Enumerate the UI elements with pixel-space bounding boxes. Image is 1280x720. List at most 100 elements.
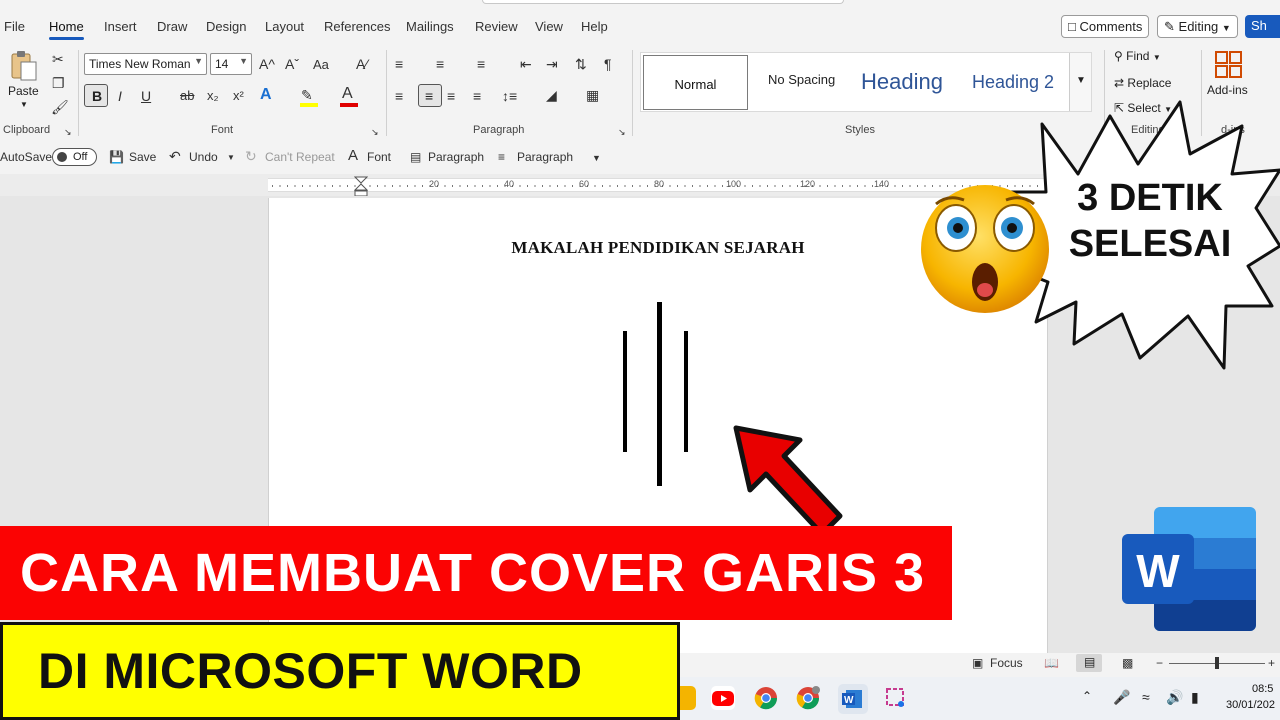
- paragraph-label-1[interactable]: Paragraph: [428, 150, 484, 164]
- menu-mailings[interactable]: Mailings: [406, 19, 454, 34]
- save-label[interactable]: Save: [129, 150, 156, 164]
- change-case-button[interactable]: Aa: [313, 57, 329, 73]
- font-icon[interactable]: A: [348, 147, 358, 164]
- text-effects-icon[interactable]: A: [260, 87, 272, 103]
- menu-draw[interactable]: Draw: [157, 19, 187, 34]
- justify-icon[interactable]: ≡: [473, 88, 481, 104]
- style-heading-1[interactable]: Heading: [861, 69, 943, 95]
- wifi-icon[interactable]: ≈: [1142, 689, 1150, 705]
- chevron-up-icon[interactable]: ⌃: [1082, 689, 1092, 703]
- increase-indent-icon[interactable]: ⇥: [546, 56, 558, 72]
- ruler-tick: [542, 185, 543, 187]
- chevron-down-icon[interactable]: ▼: [227, 153, 235, 162]
- format-painter-icon[interactable]: 🖌: [51, 99, 69, 115]
- font-name-combo[interactable]: Times New Roman ▼: [84, 53, 207, 75]
- shrink-font-button[interactable]: Aˇ: [285, 56, 299, 72]
- font-size-combo[interactable]: 14 ▼: [210, 53, 252, 75]
- youtube-icon[interactable]: [711, 686, 735, 710]
- line-spacing-icon[interactable]: ↕≡: [502, 88, 517, 104]
- battery-icon[interactable]: ▮: [1191, 689, 1199, 706]
- menu-help[interactable]: Help: [581, 19, 608, 34]
- align-left-icon[interactable]: ≡: [395, 88, 403, 104]
- style-heading-2[interactable]: Heading 2: [972, 72, 1054, 93]
- paste-button[interactable]: Paste ▼: [6, 50, 42, 110]
- snipping-tool-icon[interactable]: [884, 686, 908, 710]
- find-button[interactable]: ⚲ Find ▼: [1114, 49, 1161, 63]
- style-normal[interactable]: Normal: [643, 55, 748, 110]
- menu-layout[interactable]: Layout: [265, 19, 304, 34]
- sort-icon[interactable]: ⇅: [575, 56, 587, 72]
- ruler-tick: [714, 185, 716, 187]
- undo-label[interactable]: Undo: [189, 150, 218, 164]
- align-right-icon[interactable]: ≡: [447, 88, 455, 104]
- microphone-icon[interactable]: 🎤: [1113, 689, 1130, 706]
- font-label[interactable]: Font: [367, 150, 391, 164]
- highlight-icon[interactable]: ✎: [301, 87, 313, 103]
- shading-icon[interactable]: ◢: [546, 87, 557, 103]
- ruler-tick: [774, 185, 776, 187]
- print-layout-button[interactable]: ▤: [1076, 654, 1102, 672]
- zoom-in-icon[interactable]: +: [1268, 656, 1275, 670]
- clock-date[interactable]: 30/01/202: [1226, 699, 1275, 711]
- clock-time[interactable]: 08:5: [1252, 683, 1273, 695]
- ruler-tick: [827, 185, 828, 187]
- read-mode-icon[interactable]: 📖: [1044, 656, 1059, 670]
- save-icon[interactable]: 💾: [109, 150, 124, 164]
- customize-qat-icon[interactable]: ▼: [592, 153, 601, 163]
- cut-icon[interactable]: ✂: [52, 51, 64, 67]
- paragraph-icon[interactable]: ≡: [498, 150, 505, 164]
- dialog-launcher-icon[interactable]: ↘: [64, 124, 72, 140]
- menu-view[interactable]: View: [535, 19, 563, 34]
- multilevel-list-icon[interactable]: ≡: [477, 56, 485, 72]
- menu-design[interactable]: Design: [206, 19, 246, 34]
- superscript-button[interactable]: x²: [233, 88, 244, 104]
- web-layout-icon[interactable]: ▩: [1122, 656, 1133, 670]
- copy-icon[interactable]: ❐: [52, 75, 65, 91]
- grow-font-button[interactable]: A^: [259, 56, 275, 72]
- chrome-icon[interactable]: [754, 686, 778, 710]
- menu-home[interactable]: Home: [49, 19, 84, 34]
- undo-icon[interactable]: ↶: [169, 148, 181, 165]
- zoom-slider-thumb[interactable]: [1215, 657, 1219, 669]
- dialog-launcher-icon[interactable]: ↘: [371, 124, 379, 140]
- numbering-icon[interactable]: ≡: [436, 56, 444, 72]
- paragraph-group-label: Paragraph: [473, 124, 525, 136]
- paragraph-label-2[interactable]: Paragraph: [517, 150, 573, 164]
- clear-formatting-icon[interactable]: A⁄: [356, 56, 368, 72]
- replace-button[interactable]: ⇄ Replace: [1114, 76, 1171, 90]
- focus-label[interactable]: Focus: [990, 656, 1023, 670]
- strikethrough-button[interactable]: ab: [180, 88, 194, 104]
- bold-button[interactable]: B: [84, 84, 108, 107]
- dialog-launcher-icon[interactable]: ↘: [618, 124, 626, 140]
- focus-icon[interactable]: ▣: [972, 656, 983, 670]
- menu-references[interactable]: References: [324, 19, 390, 34]
- zoom-out-icon[interactable]: −: [1156, 656, 1163, 670]
- ruler-mark: 140: [874, 179, 890, 189]
- subscript-button[interactable]: x₂: [207, 88, 219, 104]
- style-no-spacing[interactable]: No Spacing: [768, 72, 835, 87]
- paragraph-icon[interactable]: ▤: [410, 150, 421, 164]
- add-ins-button[interactable]: Add-ins: [1206, 48, 1254, 98]
- title-search-box[interactable]: [482, 0, 844, 4]
- ruler-tick: [339, 185, 341, 187]
- share-button[interactable]: Sh: [1245, 15, 1280, 38]
- chrome-profile-icon[interactable]: [796, 686, 820, 710]
- word-taskbar-button[interactable]: W: [838, 684, 868, 714]
- volume-icon[interactable]: 🔊: [1166, 689, 1183, 706]
- align-center-button[interactable]: ≡: [418, 84, 442, 107]
- borders-icon[interactable]: ▦: [586, 87, 599, 103]
- autosave-toggle[interactable]: Off: [52, 148, 97, 166]
- underline-button[interactable]: U: [141, 88, 151, 104]
- italic-button[interactable]: I: [118, 88, 122, 104]
- ruler-tick: [632, 185, 633, 187]
- pilcrow-icon[interactable]: ¶: [604, 56, 612, 72]
- menu-file[interactable]: File: [4, 19, 25, 34]
- menu-insert[interactable]: Insert: [104, 19, 137, 34]
- decrease-indent-icon[interactable]: ⇤: [520, 56, 532, 72]
- comments-button[interactable]: □ Comments: [1061, 15, 1150, 38]
- menu-review[interactable]: Review: [475, 19, 518, 34]
- editing-mode-button[interactable]: ✎ Editing ▼: [1157, 15, 1238, 38]
- font-color-icon[interactable]: A: [342, 86, 353, 102]
- bullets-icon[interactable]: ≡: [395, 56, 403, 72]
- indent-marker-icon[interactable]: [354, 176, 368, 198]
